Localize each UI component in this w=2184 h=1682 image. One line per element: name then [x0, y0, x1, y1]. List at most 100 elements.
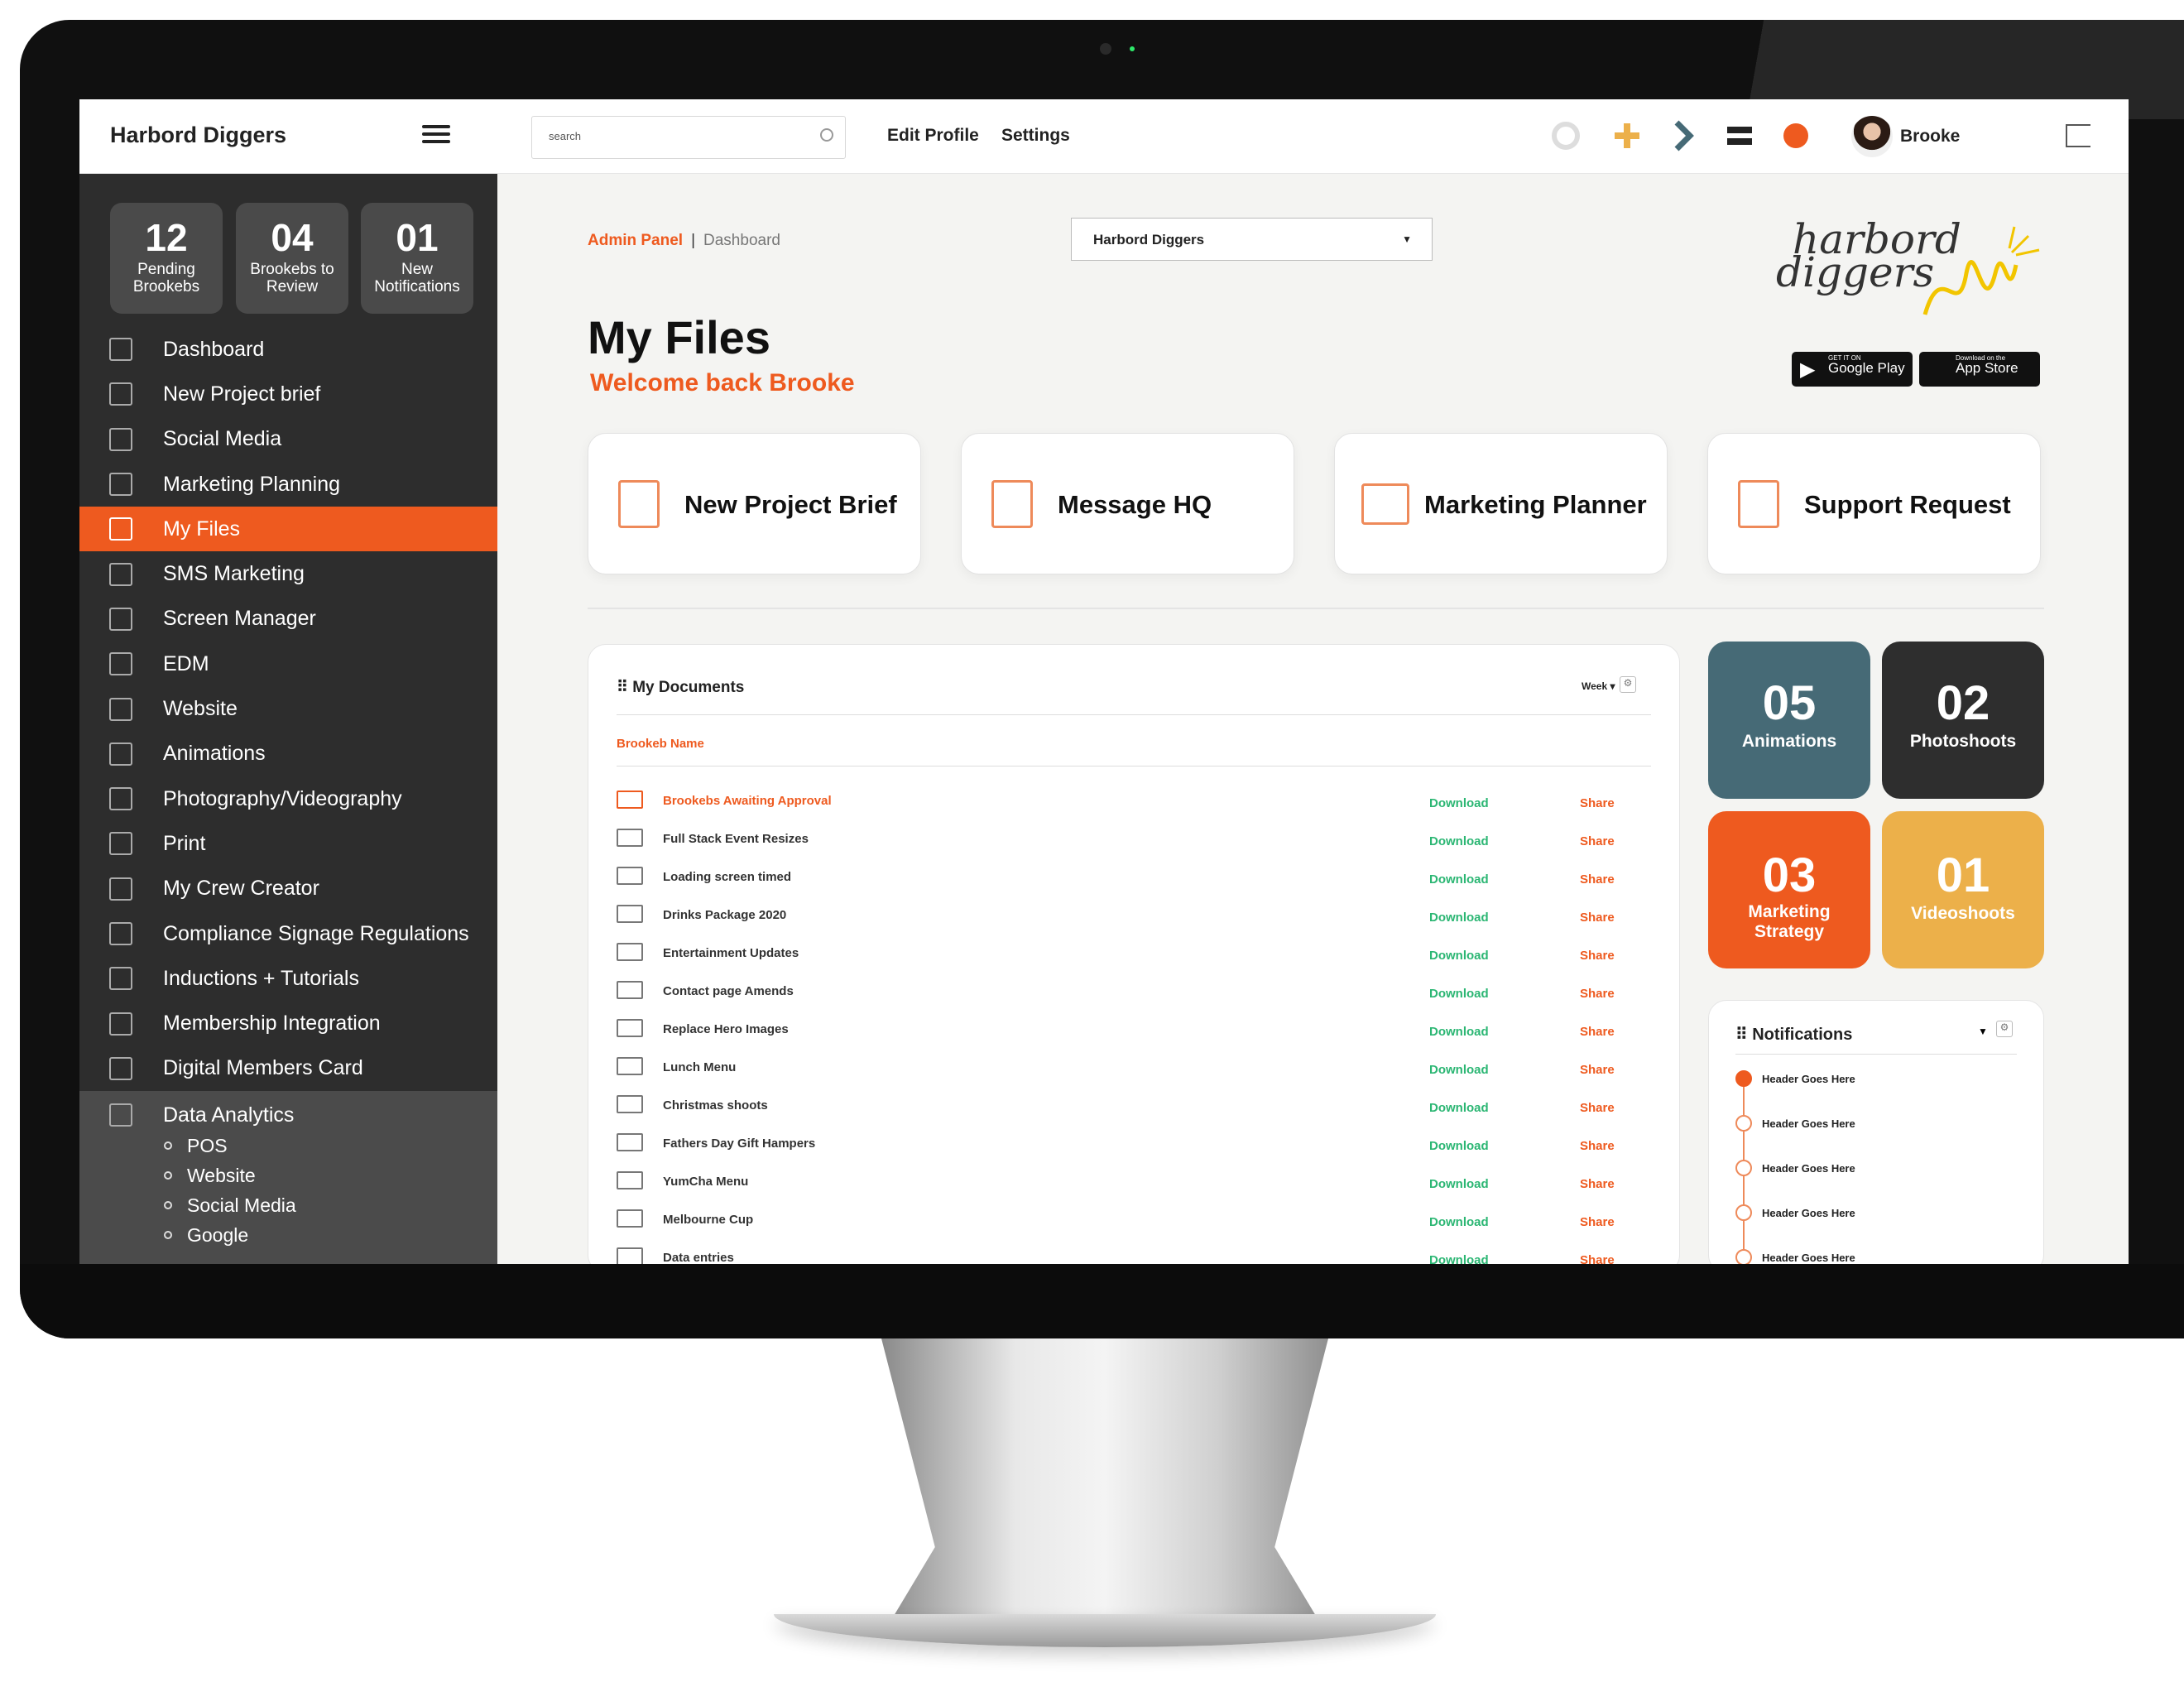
share-link[interactable]: Share	[1580, 1215, 1615, 1229]
download-link[interactable]: Download	[1429, 834, 1489, 848]
hamburger-menu-icon[interactable]	[422, 121, 450, 149]
document-name[interactable]: Lunch Menu	[663, 1060, 736, 1074]
document-name[interactable]: Drinks Package 2020	[663, 908, 786, 922]
document-name[interactable]: Melbourne Cup	[663, 1213, 753, 1227]
download-link[interactable]: Download	[1429, 1101, 1489, 1115]
menu-bars-icon[interactable]	[1723, 119, 1756, 152]
share-link[interactable]: Share	[1580, 987, 1615, 1001]
sidebar-item-print[interactable]: Print	[79, 821, 497, 866]
tile-animations[interactable]: 05 Animations	[1708, 642, 1870, 799]
document-name[interactable]: Data entries	[663, 1251, 734, 1264]
search-input[interactable]: search	[531, 116, 846, 159]
document-name[interactable]: Full Stack Event Resizes	[663, 832, 809, 846]
download-link[interactable]: Download	[1429, 872, 1489, 887]
gear-icon[interactable]: ⚙	[1620, 676, 1636, 693]
download-link[interactable]: Download	[1429, 1177, 1489, 1191]
table-row[interactable]: Full Stack Event Resizes Download Share	[617, 827, 1651, 852]
share-link[interactable]: Share	[1580, 949, 1615, 963]
document-name[interactable]: Brookebs Awaiting Approval	[663, 794, 832, 808]
sidebar-item-crew-creator[interactable]: My Crew Creator	[79, 867, 497, 911]
document-name[interactable]: Contact page Amends	[663, 984, 794, 998]
sidebar-item-membership[interactable]: Membership Integration	[79, 1001, 497, 1045]
document-name[interactable]: Entertainment Updates	[663, 946, 799, 960]
app-store-badge[interactable]: Download on the App Store	[1919, 352, 2040, 387]
download-link[interactable]: Download	[1429, 987, 1489, 1001]
period-dropdown[interactable]: Week ▾	[1582, 680, 1615, 692]
sidebar-item-website[interactable]: Website	[79, 686, 497, 731]
table-row[interactable]: Fathers Day Gift Hampers Download Share	[617, 1132, 1651, 1156]
plus-icon[interactable]	[1610, 119, 1644, 152]
quick-action-support-request[interactable]: Support Request	[1707, 433, 2041, 574]
sidebar-item-animations[interactable]: Animations	[79, 732, 497, 776]
quick-action-new-project-brief[interactable]: New Project Brief	[588, 433, 921, 574]
table-row[interactable]: Brookebs Awaiting Approval Download Share	[617, 789, 1651, 814]
sidebar-subitem-website[interactable]: Website	[79, 1161, 497, 1190]
quick-action-message-hq[interactable]: Message HQ	[961, 433, 1294, 574]
download-link[interactable]: Download	[1429, 1139, 1489, 1153]
sidebar-item-screen-manager[interactable]: Screen Manager	[79, 597, 497, 642]
download-link[interactable]: Download	[1429, 1215, 1489, 1229]
sidebar-item-marketing-planning[interactable]: Marketing Planning	[79, 462, 497, 507]
sidebar-subitem-google[interactable]: Google	[79, 1220, 497, 1250]
stat-pending[interactable]: 12 Pending Brookebs	[110, 203, 223, 314]
sidebar-item-photography[interactable]: Photography/Videography	[79, 776, 497, 821]
table-row[interactable]: Loading screen timed Download Share	[617, 865, 1651, 890]
table-row[interactable]: Contact page Amends Download Share	[617, 979, 1651, 1004]
status-dot-icon[interactable]	[1779, 119, 1812, 152]
google-play-badge[interactable]: ▶ GET IT ON Google Play	[1792, 352, 1913, 387]
share-link[interactable]: Share	[1580, 911, 1615, 925]
download-link[interactable]: Download	[1429, 1025, 1489, 1039]
sidebar-item-sms-marketing[interactable]: SMS Marketing	[79, 551, 497, 596]
download-link[interactable]: Download	[1429, 796, 1489, 810]
settings-link[interactable]: Settings	[1001, 126, 1070, 146]
dropdown-caret-icon[interactable]: ▼	[1978, 1026, 1988, 1037]
download-link[interactable]: Download	[1429, 949, 1489, 963]
share-link[interactable]: Share	[1580, 1177, 1615, 1191]
username[interactable]: Brooke	[1900, 127, 1960, 147]
share-link[interactable]: Share	[1580, 1063, 1615, 1077]
table-row[interactable]: Melbourne Cup Download Share	[617, 1208, 1651, 1233]
stat-notifications[interactable]: 01 New Notifications	[361, 203, 473, 314]
breadcrumb-root[interactable]: Admin Panel	[588, 232, 683, 249]
sidebar-item-dashboard[interactable]: Dashboard	[79, 327, 497, 372]
table-row[interactable]: Christmas shoots Download Share	[617, 1093, 1651, 1118]
document-name[interactable]: YumCha Menu	[663, 1175, 748, 1189]
document-name[interactable]: Replace Hero Images	[663, 1022, 789, 1036]
share-link[interactable]: Share	[1580, 1025, 1615, 1039]
share-link[interactable]: Share	[1580, 1253, 1615, 1264]
table-row[interactable]: Entertainment Updates Download Share	[617, 941, 1651, 966]
sidebar-item-my-files[interactable]: My Files	[79, 507, 497, 552]
sidebar-item-inductions[interactable]: Inductions + Tutorials	[79, 956, 497, 1001]
table-row[interactable]: Drinks Package 2020 Download Share	[617, 903, 1651, 928]
sidebar-item-data-analytics[interactable]: Data Analytics	[79, 1099, 497, 1131]
sidebar-item-new-project-brief[interactable]: New Project brief	[79, 372, 497, 416]
search-icon[interactable]	[820, 128, 833, 142]
stat-review[interactable]: 04 Brookebs to Review	[236, 203, 348, 314]
chevron-right-icon[interactable]	[1667, 119, 1700, 152]
quick-action-marketing-planner[interactable]: Marketing Planner	[1334, 433, 1668, 574]
sidebar-subitem-social-media[interactable]: Social Media	[79, 1190, 497, 1220]
gear-icon[interactable]: ⚙	[1996, 1021, 2013, 1037]
sidebar-item-social-media[interactable]: Social Media	[79, 417, 497, 462]
sidebar-item-edm[interactable]: EDM	[79, 642, 497, 686]
table-row[interactable]: Lunch Menu Download Share	[617, 1055, 1651, 1080]
logout-icon[interactable]	[2066, 124, 2090, 147]
document-name[interactable]: Loading screen timed	[663, 870, 791, 884]
download-link[interactable]: Download	[1429, 1063, 1489, 1077]
venue-select[interactable]: Harbord Diggers ▼	[1071, 218, 1433, 261]
table-row[interactable]: YumCha Menu Download Share	[617, 1170, 1651, 1194]
sidebar-subitem-pos[interactable]: POS	[79, 1131, 497, 1161]
document-name[interactable]: Fathers Day Gift Hampers	[663, 1137, 815, 1151]
share-link[interactable]: Share	[1580, 834, 1615, 848]
table-row[interactable]: Data entries Download Share	[617, 1246, 1651, 1264]
share-link[interactable]: Share	[1580, 872, 1615, 887]
share-link[interactable]: Share	[1580, 1101, 1615, 1115]
loading-ring-icon[interactable]	[1549, 119, 1582, 152]
document-name[interactable]: Christmas shoots	[663, 1098, 768, 1113]
tile-videoshoots[interactable]: 01 Videoshoots	[1882, 811, 2044, 968]
sidebar-item-compliance[interactable]: Compliance Signage Regulations	[79, 911, 497, 956]
table-row[interactable]: Replace Hero Images Download Share	[617, 1017, 1651, 1042]
avatar[interactable]	[1851, 116, 1893, 157]
share-link[interactable]: Share	[1580, 796, 1615, 810]
tile-photoshoots[interactable]: 02 Photoshoots	[1882, 642, 2044, 799]
